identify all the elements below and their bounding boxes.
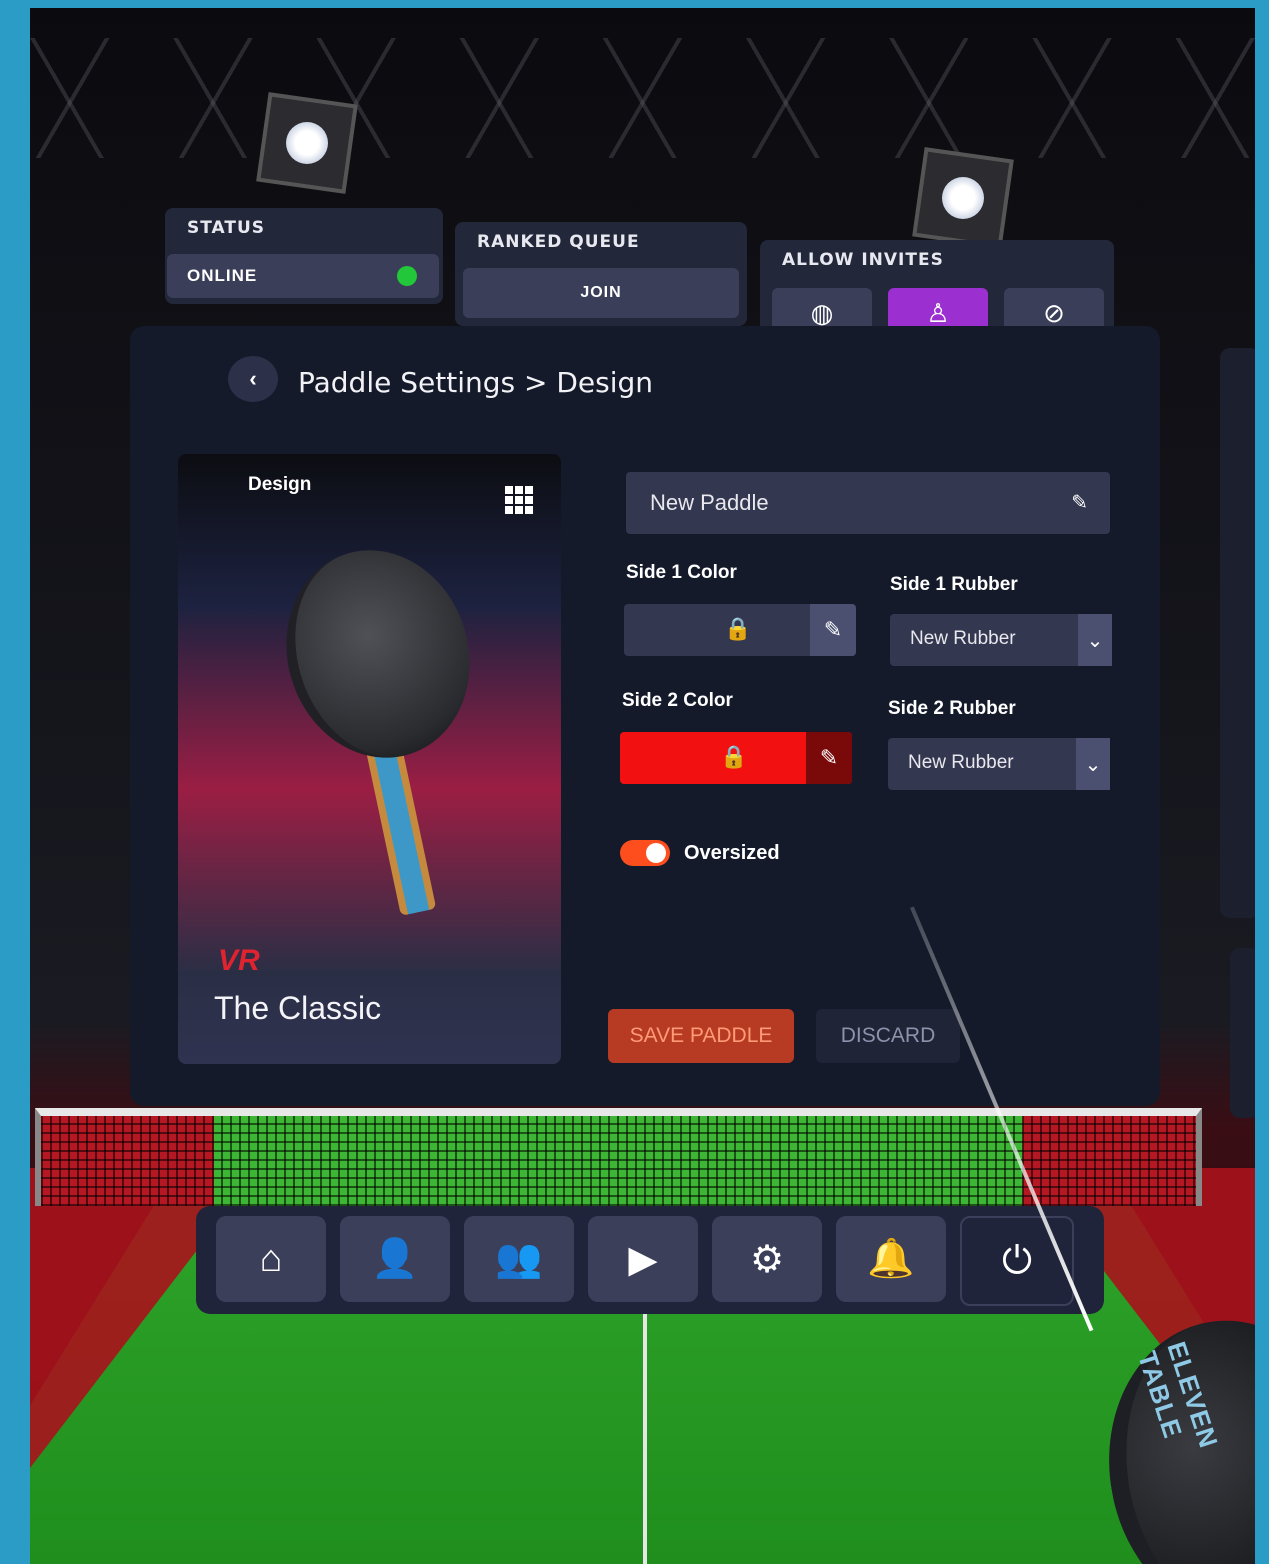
ping-pong-table <box>30 1108 1255 1564</box>
settings-icon: ⚙ <box>749 1238 785 1281</box>
power-button[interactable]: ⏻ <box>960 1216 1074 1306</box>
back-arrow-icon: ‹ <box>249 366 257 391</box>
home-button[interactable]: ⌂ <box>216 1216 326 1302</box>
chevron-down-icon: ⌄ <box>1076 738 1110 790</box>
ranked-queue-label: RANKED QUEUE <box>477 232 640 252</box>
allow-invites-label: ALLOW INVITES <box>782 250 944 270</box>
side2-rubber-value: New Rubber <box>908 752 1014 773</box>
friends-icon: ♙ <box>926 297 950 328</box>
side-panel <box>1220 348 1255 918</box>
home-icon: ⌂ <box>259 1237 283 1280</box>
back-button[interactable]: ‹ <box>228 356 278 402</box>
edit-name-icon[interactable]: ✎ <box>1071 490 1088 515</box>
join-queue-button[interactable]: JOIN <box>463 268 739 318</box>
paddle-handle-image <box>365 742 437 916</box>
side2-color-label: Side 2 Color <box>622 690 733 711</box>
spotlight <box>912 147 1014 249</box>
grid-icon[interactable] <box>505 486 533 514</box>
save-paddle-button[interactable]: SAVE PADDLE <box>608 1009 794 1063</box>
online-indicator <box>397 266 417 286</box>
paddle-design-name: The Classic <box>214 990 382 1026</box>
power-icon: ⏻ <box>1001 1239 1033 1282</box>
spotlight <box>256 92 358 194</box>
status-selector[interactable]: ONLINE <box>167 254 439 298</box>
friends-icon: 👥 <box>495 1238 543 1280</box>
brand-logo: VR <box>218 944 260 977</box>
globe-icon: ◍ <box>810 297 834 328</box>
side-panel <box>1230 948 1255 1118</box>
paddle-head-image <box>259 526 497 782</box>
lock-icon: 🔒 <box>724 616 752 641</box>
friends-button[interactable]: 👥 <box>464 1216 574 1302</box>
side2-color-picker[interactable]: 🔒 ✎ <box>620 732 852 784</box>
side1-color-label: Side 1 Color <box>626 562 737 583</box>
ceiling-truss <box>30 38 1255 158</box>
side1-rubber-value: New Rubber <box>910 628 1016 649</box>
edit-color-icon[interactable]: ✎ <box>806 732 852 784</box>
bottom-dock: ⌂ 👤 👥 ▶ ⚙ 🔔 ⏻ <box>196 1206 1104 1314</box>
side1-rubber-label: Side 1 Rubber <box>890 574 1018 595</box>
oversized-label: Oversized <box>684 842 780 864</box>
replay-icon: ▶ <box>628 1238 658 1281</box>
profile-button[interactable]: 👤 <box>340 1216 450 1302</box>
edit-color-icon[interactable]: ✎ <box>810 604 856 656</box>
notifications-icon: 🔔 <box>867 1238 915 1280</box>
status-label: STATUS <box>187 218 266 238</box>
replay-button[interactable]: ▶ <box>588 1216 698 1302</box>
vr-scene: STATUS ONLINE RANKED QUEUE JOIN ALLOW IN… <box>30 8 1255 1564</box>
chevron-down-icon: ⌄ <box>1078 614 1112 666</box>
design-label: Design <box>248 474 312 495</box>
table-net <box>35 1108 1202 1206</box>
block-icon: ⊘ <box>1043 297 1065 328</box>
status-value: ONLINE <box>187 266 258 285</box>
side1-color-picker[interactable]: 🔒 ✎ <box>624 604 856 656</box>
design-preview-card[interactable]: Design VR The Classic <box>178 454 561 1064</box>
profile-icon: 👤 <box>371 1238 419 1280</box>
paddle-settings-panel: ‹ Paddle Settings > Design Design VR The… <box>130 326 1160 1106</box>
side2-rubber-label: Side 2 Rubber <box>888 698 1016 719</box>
paddle-name-value: New Paddle <box>650 490 769 515</box>
status-box: STATUS ONLINE <box>165 208 443 304</box>
breadcrumb: Paddle Settings > Design <box>298 366 654 399</box>
lock-icon: 🔒 <box>720 744 748 769</box>
discard-button[interactable]: DISCARD <box>816 1009 960 1063</box>
paddle-name-field[interactable]: New Paddle ✎ <box>626 472 1110 534</box>
side1-rubber-dropdown[interactable]: New Rubber ⌄ <box>890 614 1112 666</box>
side2-rubber-dropdown[interactable]: New Rubber ⌄ <box>888 738 1110 790</box>
ranked-queue-box: RANKED QUEUE JOIN <box>455 222 747 326</box>
notifications-button[interactable]: 🔔 <box>836 1216 946 1302</box>
oversized-toggle[interactable] <box>620 840 670 866</box>
settings-button[interactable]: ⚙ <box>712 1216 822 1302</box>
